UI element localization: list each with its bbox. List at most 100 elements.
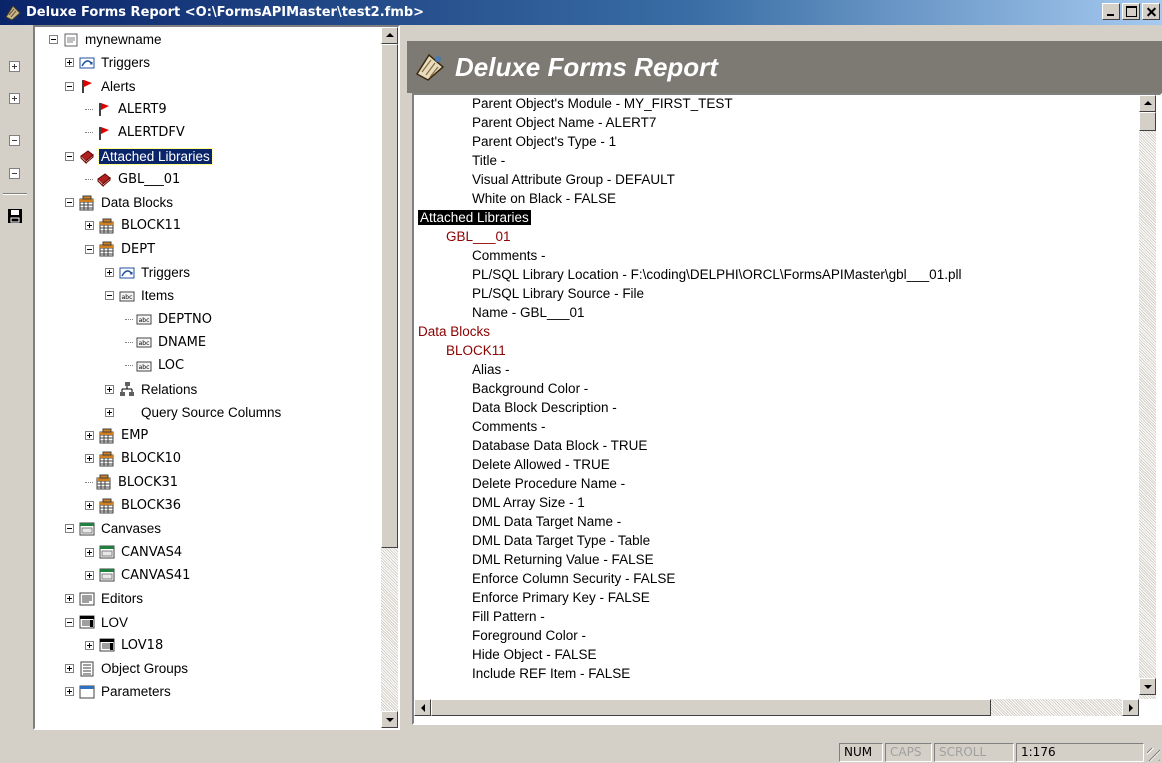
report-view[interactable]: Parent Object's Module - MY_FIRST_TEST Pa… <box>412 93 1162 725</box>
tree-item-label: Triggers <box>101 55 151 71</box>
tree-item[interactable]: DEPT <box>85 238 157 261</box>
report-section-heading: Attached Libraries <box>418 208 531 227</box>
red-flag-icon <box>82 80 92 94</box>
collapse-toggle-icon[interactable] <box>49 35 58 44</box>
expand-toggle-icon[interactable] <box>85 454 94 464</box>
tree-item[interactable]: BLOCK10 <box>85 447 183 470</box>
report-scroll-down-button[interactable] <box>1139 678 1156 695</box>
report-vertical-scrollbar[interactable] <box>1139 95 1156 699</box>
tree-item[interactable]: Alerts <box>65 75 138 98</box>
tree-item[interactable]: Triggers <box>65 51 152 74</box>
floppy-disk-icon[interactable] <box>7 208 23 224</box>
tree-item-label: ALERTDFV <box>118 125 185 141</box>
tree-item[interactable]: BLOCK31 <box>85 471 180 494</box>
scroll-up-button[interactable] <box>381 27 398 44</box>
canvas-icon <box>99 568 115 582</box>
tree-expand-icon[interactable] <box>7 59 23 75</box>
expand-toggle-icon[interactable] <box>105 268 114 277</box>
collapse-toggle-icon[interactable] <box>65 524 74 534</box>
report-property-line: Title - <box>472 151 505 170</box>
tree-item[interactable]: ALERTDFV <box>85 121 187 144</box>
tree-collapse-all-icon[interactable] <box>7 166 23 182</box>
tree-item[interactable]: BLOCK36 <box>85 494 183 517</box>
report-scroll-up-button[interactable] <box>1139 95 1156 112</box>
tree-item[interactable]: Data Blocks <box>65 191 175 214</box>
close-button[interactable] <box>1142 3 1160 20</box>
tree-item[interactable]: Query Source Columns <box>105 401 283 424</box>
resize-grip[interactable] <box>1147 748 1160 761</box>
tree-item[interactable]: abc DNAME <box>125 331 208 354</box>
collapse-toggle-icon[interactable] <box>85 244 94 254</box>
report-scroll-thumb[interactable] <box>1139 112 1156 131</box>
report-property-line: PL/SQL Library Source - File <box>472 284 644 303</box>
report-line-text: Delete Procedure Name - <box>472 476 626 491</box>
tree-item[interactable]: abc DEPTNO <box>125 308 214 331</box>
tree-collapse-node-icon[interactable] <box>7 133 23 149</box>
minimize-button[interactable] <box>1102 3 1120 20</box>
tree-item[interactable]: Triggers <box>105 261 192 284</box>
scroll-left-button[interactable] <box>414 699 431 716</box>
report-property-line: Parent Object's Type - 1 <box>472 132 616 151</box>
expand-toggle-icon[interactable] <box>85 640 94 650</box>
report-line-text: PL/SQL Library Location - F:\coding\DELP… <box>472 267 962 282</box>
scroll-down-button[interactable] <box>381 711 398 728</box>
scroll-thumb[interactable] <box>381 44 398 548</box>
window-title: Deluxe Forms Report <O:\FormsAPIMaster\t… <box>26 5 425 20</box>
collapse-toggle-icon[interactable] <box>65 617 74 627</box>
collapse-toggle-icon[interactable] <box>65 198 74 208</box>
tree-item[interactable]: CANVAS4 <box>85 541 184 564</box>
expand-toggle-icon[interactable] <box>65 664 74 674</box>
expand-toggle-icon[interactable] <box>65 687 74 697</box>
expand-toggle-icon[interactable] <box>85 501 94 510</box>
text-item-icon: abc <box>119 291 135 302</box>
tree-item[interactable]: Relations <box>105 378 199 401</box>
report-property-line: DML Array Size - 1 <box>472 493 585 512</box>
expand-toggle-icon[interactable] <box>85 547 94 557</box>
report-property-line: Name - GBL___01 <box>472 303 585 322</box>
report-property-line: Foreground Color - <box>472 626 586 645</box>
app-icon <box>5 4 21 21</box>
tree-item[interactable]: abc LOC <box>125 354 186 377</box>
tree-item[interactable]: Editors <box>65 587 145 610</box>
library-book-icon <box>97 173 111 188</box>
scroll-right-button[interactable] <box>1122 699 1139 716</box>
tree-item[interactable]: Attached Libraries <box>65 145 213 168</box>
expand-toggle-icon[interactable] <box>85 570 94 580</box>
object-tree[interactable]: mynewname Triggers Alerts ALERT9 ALERTDFV Att… <box>33 25 400 730</box>
maximize-button[interactable] <box>1122 3 1140 20</box>
expand-toggle-icon[interactable] <box>65 594 74 604</box>
expand-toggle-icon[interactable] <box>65 58 74 68</box>
tree-connector <box>125 365 133 367</box>
title-bar[interactable]: Deluxe Forms Report <O:\FormsAPIMaster\t… <box>0 0 1162 25</box>
collapse-toggle-icon[interactable] <box>65 151 74 161</box>
tree-item[interactable]: mynewname <box>49 28 164 51</box>
tree-item[interactable]: BLOCK11 <box>85 214 183 237</box>
tree-item[interactable]: LOV18 <box>85 634 165 657</box>
tree-item[interactable]: Canvases <box>65 517 163 540</box>
expand-toggle-icon[interactable] <box>85 221 94 231</box>
tree-vertical-scrollbar[interactable] <box>381 27 398 728</box>
tree-item[interactable]: LOV <box>65 611 130 634</box>
tree-item[interactable]: ALERT9 <box>85 98 169 121</box>
tree-item[interactable]: CANVAS41 <box>85 564 192 587</box>
canvas-icon <box>79 522 95 536</box>
report-line-text: Parent Object's Type - 1 <box>472 134 617 149</box>
collapse-toggle-icon[interactable] <box>105 291 114 301</box>
tree-item[interactable]: Parameters <box>65 680 173 703</box>
data-block-icon <box>99 498 114 513</box>
report-header: Deluxe Forms Report <box>407 41 1162 93</box>
report-line-text: Enforce Primary Key - FALSE <box>472 590 650 605</box>
tree-item-label: Canvases <box>101 521 162 537</box>
expand-toggle-icon[interactable] <box>105 407 114 417</box>
report-horizontal-scrollbar[interactable] <box>414 699 1139 716</box>
expand-toggle-icon[interactable] <box>85 431 94 441</box>
tree-expand-node-icon[interactable] <box>7 91 23 107</box>
report-property-line: Comments - <box>472 417 546 436</box>
expand-toggle-icon[interactable] <box>105 384 114 394</box>
tree-item[interactable]: GBL___01 <box>85 168 182 191</box>
horizontal-scroll-thumb[interactable] <box>431 699 991 716</box>
tree-item[interactable]: abc Items <box>105 284 176 307</box>
collapse-toggle-icon[interactable] <box>65 81 74 91</box>
tree-item[interactable]: EMP <box>85 424 150 447</box>
tree-item[interactable]: Object Groups <box>65 657 190 680</box>
